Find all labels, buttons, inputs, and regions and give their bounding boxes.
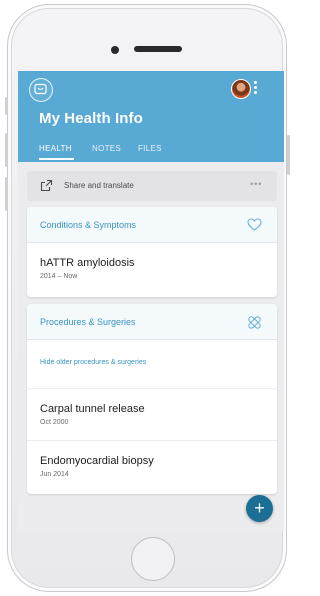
- mute-switch: [5, 97, 8, 115]
- more-options-icon[interactable]: •••: [250, 179, 262, 189]
- hide-link-label: Hide older procedures & surgeries: [40, 359, 147, 366]
- volume-up-button: [5, 133, 8, 167]
- list-item[interactable]: hATTR amyloidosis 2014 – Now: [27, 243, 277, 295]
- list-item[interactable]: Endomyocardial biopsy Jun 2014: [27, 440, 277, 492]
- volume-down-button: [5, 177, 8, 211]
- kebab-menu-icon[interactable]: [254, 81, 258, 97]
- active-tab-indicator: [39, 158, 74, 160]
- procedure-date: Oct 2000: [40, 419, 69, 426]
- condition-name: hATTR amyloidosis: [40, 257, 135, 269]
- procedures-title: Procedures & Surgeries: [40, 317, 136, 327]
- procedure-date: Jun 2014: [40, 471, 69, 478]
- list-item[interactable]: Carpal tunnel release Oct 2000: [27, 388, 277, 440]
- conditions-header[interactable]: Conditions & Symptoms: [27, 207, 277, 243]
- share-arrow-icon: [40, 179, 53, 197]
- hide-older-procedures-link[interactable]: Hide older procedures & surgeries: [27, 340, 277, 388]
- procedures-header[interactable]: Procedures & Surgeries: [27, 304, 277, 340]
- heart-icon[interactable]: [247, 218, 262, 236]
- condition-date: 2014 – Now: [40, 273, 78, 280]
- add-button[interactable]: +: [246, 495, 273, 522]
- app-header: My Health Info HEALTH NOTES FILES: [18, 71, 284, 162]
- app-screen: My Health Info HEALTH NOTES FILES Share …: [18, 71, 284, 532]
- conditions-title: Conditions & Symptoms: [40, 220, 137, 230]
- tab-notes[interactable]: NOTES: [92, 144, 121, 153]
- front-camera: [111, 46, 119, 54]
- avatar[interactable]: [231, 79, 251, 99]
- earpiece-speaker: [134, 46, 182, 52]
- tab-health[interactable]: HEALTH: [39, 144, 72, 153]
- page-title: My Health Info: [39, 110, 143, 127]
- procedure-name: Carpal tunnel release: [40, 403, 145, 415]
- share-and-translate-bar[interactable]: Share and translate •••: [27, 171, 277, 201]
- procedures-card: Procedures & Surgeries Hide older proced…: [27, 304, 277, 494]
- bandage-icon[interactable]: [247, 315, 262, 335]
- chat-heart-icon[interactable]: [29, 78, 53, 102]
- conditions-card: Conditions & Symptoms hATTR amyloidosis …: [27, 207, 277, 297]
- share-label: Share and translate: [64, 181, 134, 190]
- power-button: [287, 135, 290, 175]
- procedure-name: Endomyocardial biopsy: [40, 455, 154, 467]
- tab-files[interactable]: FILES: [138, 144, 162, 153]
- home-button[interactable]: [131, 537, 175, 581]
